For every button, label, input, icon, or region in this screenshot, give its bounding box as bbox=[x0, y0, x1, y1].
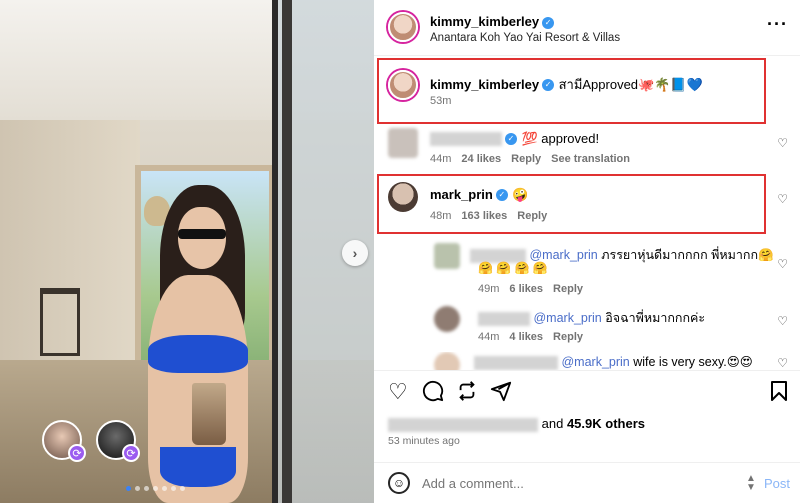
reply-button[interactable]: Reply bbox=[553, 283, 583, 295]
carousel-dot[interactable] bbox=[135, 486, 140, 491]
person-bikini-bottom bbox=[160, 447, 236, 487]
reply-heart-icon[interactable]: ♡ bbox=[777, 314, 788, 328]
post-photo: › ⟳ ⟳ bbox=[0, 0, 374, 503]
reply-likes[interactable]: 6 likes bbox=[509, 283, 543, 295]
photo-person bbox=[120, 185, 270, 503]
person-iced-coffee bbox=[192, 383, 226, 445]
comment-text: 💯 approved! bbox=[521, 131, 600, 146]
post-header: kimmy_kimberley ✓ Anantara Koh Yao Yai Re… bbox=[374, 0, 800, 56]
likes-prefix: and bbox=[541, 416, 564, 431]
author-avatar[interactable] bbox=[388, 12, 418, 42]
carousel-dot[interactable] bbox=[180, 486, 185, 491]
commenter-avatar[interactable] bbox=[388, 128, 418, 158]
scroll-arrows-icon[interactable]: ▲ ▼ bbox=[746, 474, 756, 493]
author-username-text[interactable]: kimmy_kimberley bbox=[430, 14, 539, 29]
reply-item: @mark_prin wife is very sexy.😍😍 ♡ bbox=[374, 352, 800, 370]
post-button[interactable]: Post bbox=[764, 476, 790, 491]
comment-likes[interactable]: 163 likes bbox=[461, 210, 507, 222]
comment-input[interactable] bbox=[422, 473, 702, 493]
more-icon[interactable]: ··· bbox=[767, 14, 788, 35]
carousel-dot[interactable] bbox=[126, 486, 131, 491]
reply-button[interactable]: Reply bbox=[511, 153, 541, 165]
reply-mention[interactable]: @mark_prin bbox=[533, 311, 601, 325]
reply-mention[interactable]: @mark_prin bbox=[561, 355, 629, 369]
comment-time: 44m bbox=[430, 153, 452, 165]
verified-icon: ✓ bbox=[542, 16, 555, 29]
reply-line: @mark_prin อิจฉาพี่หมากกกค่ะ bbox=[478, 308, 705, 328]
see-translation-button[interactable]: See translation bbox=[551, 153, 630, 165]
replier-avatar[interactable] bbox=[434, 243, 460, 269]
reply-heart-icon[interactable]: ♡ bbox=[777, 257, 788, 271]
likes-count[interactable]: 45.9K others bbox=[567, 416, 645, 431]
reply-heart-icon[interactable]: ♡ bbox=[777, 356, 788, 370]
comment-line: mark_prin ✓ 🤪 bbox=[430, 186, 529, 204]
comment-meta: 44m 24 likes Reply See translation bbox=[430, 153, 630, 165]
reply-meta: 49m 6 likes Reply bbox=[478, 283, 583, 295]
share-icon[interactable] bbox=[490, 380, 512, 406]
highlight-box bbox=[377, 174, 766, 234]
commenter-username[interactable] bbox=[430, 131, 502, 146]
replier-avatar[interactable] bbox=[434, 306, 460, 332]
reply-time: 44m bbox=[478, 331, 500, 343]
reply-line: @mark_prin wife is very sexy.😍😍 bbox=[474, 354, 753, 370]
post-panel: kimmy_kimberley ✓ Anantara Koh Yao Yai Re… bbox=[374, 0, 800, 503]
comment-heart-icon[interactable]: ♡ bbox=[777, 192, 788, 206]
reply-button[interactable]: Reply bbox=[517, 210, 547, 222]
caption-line: kimmy_kimberley ✓ สามีApproved🐙🌴📘💙 bbox=[430, 74, 703, 95]
collab-icon: ⟳ bbox=[68, 444, 86, 462]
reply-emoji-line: 🤗 🤗 🤗 🤗 bbox=[478, 261, 548, 275]
author-username[interactable]: kimmy_kimberley ✓ bbox=[430, 14, 555, 29]
replier-avatar[interactable] bbox=[434, 352, 460, 370]
caption-username[interactable]: kimmy_kimberley bbox=[430, 77, 539, 92]
reply-text: ภรรยาหุ่นดีมากกกก พี่หมากก🤗 bbox=[601, 248, 774, 262]
photo-side-table bbox=[40, 288, 80, 356]
liker-names[interactable] bbox=[388, 417, 538, 432]
comment-meta: 48m 163 likes Reply bbox=[430, 210, 547, 222]
collab-icon: ⟳ bbox=[122, 444, 140, 462]
reply-meta: 44m 4 likes Reply bbox=[478, 331, 583, 343]
verified-icon: ✓ bbox=[542, 78, 555, 91]
comment-icon[interactable] bbox=[422, 380, 444, 406]
reply-text: wife is very sexy.😍😍 bbox=[633, 355, 753, 369]
carousel-next-button[interactable]: › bbox=[342, 240, 368, 266]
commenter-avatar[interactable] bbox=[388, 182, 418, 212]
caption-text: สามีApproved🐙🌴📘💙 bbox=[558, 77, 703, 92]
comment-line: ✓ 💯 approved! bbox=[430, 130, 599, 148]
replier-username[interactable] bbox=[474, 355, 558, 370]
post-location[interactable]: Anantara Koh Yao Yai Resort & Villas bbox=[430, 32, 620, 44]
smile-icon[interactable]: ☺ bbox=[388, 472, 410, 494]
commenter-username[interactable]: mark_prin bbox=[430, 187, 493, 202]
verified-icon: ✓ bbox=[505, 132, 517, 145]
repost-icon[interactable] bbox=[456, 380, 478, 406]
carousel-dot[interactable] bbox=[153, 486, 158, 491]
comment-likes[interactable]: 24 likes bbox=[461, 153, 501, 165]
comment-heart-icon[interactable]: ♡ bbox=[777, 136, 788, 150]
verified-icon: ✓ bbox=[495, 188, 508, 201]
author-avatar[interactable] bbox=[388, 70, 418, 100]
reply-time: 49m bbox=[478, 283, 500, 295]
action-bar: ♡ bbox=[374, 370, 800, 414]
carousel-dot[interactable] bbox=[171, 486, 176, 491]
person-bikini-top bbox=[148, 335, 248, 373]
post-time: 53 minutes ago bbox=[388, 435, 460, 447]
comment-time: 48m bbox=[430, 210, 452, 222]
heart-icon[interactable]: ♡ bbox=[388, 381, 408, 403]
photo-door-frame bbox=[282, 0, 292, 503]
comment-text: 🤪 bbox=[512, 187, 529, 202]
carousel-dot[interactable] bbox=[162, 486, 167, 491]
reply-button[interactable]: Reply bbox=[553, 331, 583, 343]
likes-summary[interactable]: and 45.9K others bbox=[388, 416, 645, 432]
replier-username[interactable] bbox=[478, 311, 530, 326]
reply-mention[interactable]: @mark_prin bbox=[529, 248, 597, 262]
bookmark-icon[interactable] bbox=[770, 380, 788, 406]
comment-composer: ☺ ▲▼ Post bbox=[374, 462, 800, 503]
caption-time: 53m bbox=[430, 95, 452, 107]
reply-likes[interactable]: 4 likes bbox=[509, 331, 543, 343]
person-sunglasses bbox=[178, 229, 226, 239]
reply-text: อิจฉาพี่หมากกกค่ะ bbox=[605, 311, 706, 325]
carousel-dots bbox=[126, 486, 185, 491]
carousel-dot[interactable] bbox=[144, 486, 149, 491]
